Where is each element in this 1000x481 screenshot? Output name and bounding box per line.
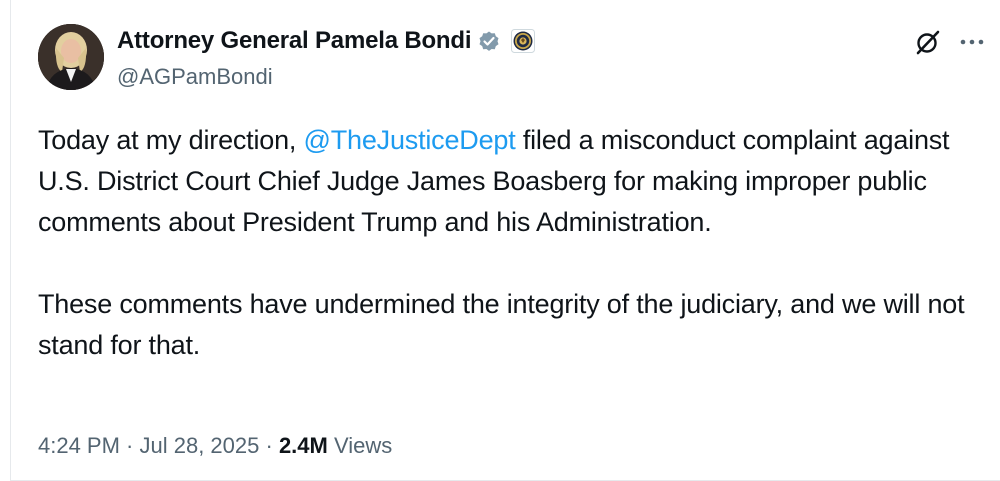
views-link[interactable]: 2.4M Views (279, 433, 392, 458)
tweet-text-segment: Today at my direction, (38, 125, 304, 155)
views-label: Views (327, 433, 393, 458)
doj-seal-icon[interactable] (511, 29, 536, 53)
meta-separator: · (259, 433, 279, 458)
tweet-time: 4:24 PM (38, 433, 120, 458)
tweet-paragraph-1: Today at my direction, @TheJusticeDept f… (38, 120, 988, 243)
views-count: 2.4M (278, 433, 328, 458)
tweet-meta: 4:24 PM · Jul 28, 2025 · 2.4M Views (38, 433, 392, 459)
author-name-row: Attorney General Pamela Bondi (117, 27, 536, 55)
more-options-icon[interactable] (958, 30, 986, 54)
author-avatar[interactable] (38, 24, 104, 90)
meta-separator: · (119, 433, 140, 458)
gray-checkmark-icon[interactable] (477, 29, 501, 53)
grok-icon[interactable] (914, 28, 942, 56)
mention-link[interactable]: @TheJusticeDept (304, 125, 516, 155)
author-display-name[interactable]: Attorney General Pamela Bondi (117, 27, 471, 55)
tweet-date: Jul 28, 2025 (139, 433, 260, 458)
author-handle[interactable]: @AGPamBondi (117, 64, 273, 90)
tweet-timestamp-link[interactable]: 4:24 PM · Jul 28, 2025 (38, 433, 259, 458)
tweet-text: Today at my direction, @TheJusticeDept f… (38, 120, 988, 366)
tweet-paragraph-2: These comments have undermined the integ… (38, 289, 965, 360)
